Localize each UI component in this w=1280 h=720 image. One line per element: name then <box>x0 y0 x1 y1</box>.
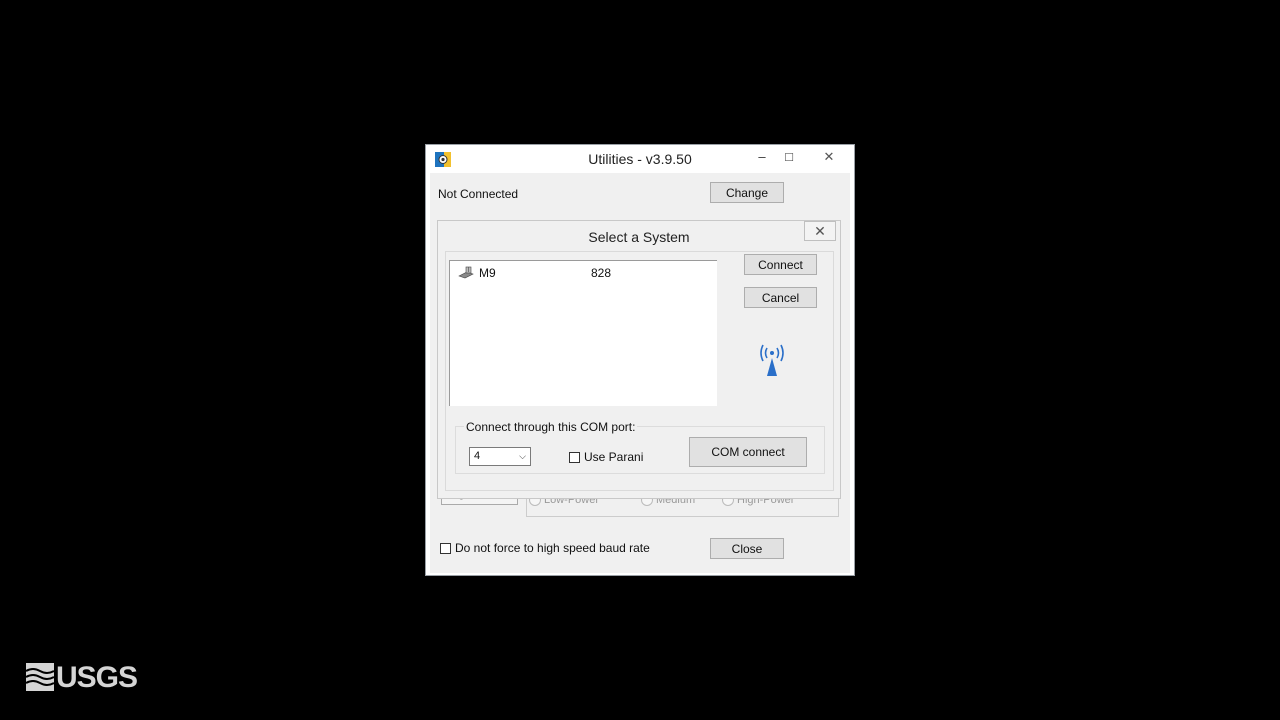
system-list[interactable]: M9 828 <box>449 260 717 406</box>
use-parani-label: Use Parani <box>584 450 644 464</box>
chevron-down-icon: ⌵ <box>519 451 526 461</box>
window-close-button[interactable]: ✕ <box>806 148 852 166</box>
cancel-button[interactable]: Cancel <box>744 287 817 308</box>
usgs-logo: USGS <box>26 661 138 694</box>
com-port-legend: Connect through this COM port: <box>464 420 638 434</box>
maximize-button[interactable]: □ <box>781 148 797 166</box>
list-item[interactable]: M9 828 <box>458 266 708 282</box>
dialog-close-button[interactable]: ✕ <box>804 221 836 241</box>
close-button[interactable]: Close <box>710 538 784 559</box>
com-port-group: Connect through this COM port: 4 ⌵ Use P… <box>455 420 825 474</box>
com-port-value: 4 <box>474 450 481 462</box>
baud-rate-label: Do not force to high speed baud rate <box>455 541 650 555</box>
connection-status: Not Connected <box>438 187 519 201</box>
baud-rate-checkbox[interactable] <box>440 543 451 555</box>
baud-rate-option[interactable]: Do not force to high speed baud rate <box>440 541 650 555</box>
usgs-wordmark: USGS <box>56 661 138 694</box>
connect-button[interactable]: Connect <box>744 254 817 275</box>
wireless-tower-icon <box>760 344 784 376</box>
com-connect-button[interactable]: COM connect <box>689 437 807 467</box>
system-name: M9 <box>479 266 496 280</box>
com-port-select[interactable]: 4 ⌵ <box>469 447 531 466</box>
usgs-wave-icon <box>26 663 54 691</box>
change-button[interactable]: Change <box>710 182 784 203</box>
select-system-dialog: Select a System ✕ M9 828 Connect Cancel <box>437 220 841 499</box>
dialog-body: M9 828 Connect Cancel Connect through th… <box>445 251 834 491</box>
use-parani-checkbox[interactable] <box>569 452 580 464</box>
system-number: 828 <box>591 266 612 280</box>
dialog-title: Select a System <box>588 229 690 245</box>
device-icon <box>458 266 474 279</box>
minimize-button[interactable]: – <box>754 148 770 166</box>
title-bar[interactable]: Utilities - v3.9.50 – □ ✕ <box>426 145 854 173</box>
use-parani-option[interactable]: Use Parani <box>569 450 643 464</box>
